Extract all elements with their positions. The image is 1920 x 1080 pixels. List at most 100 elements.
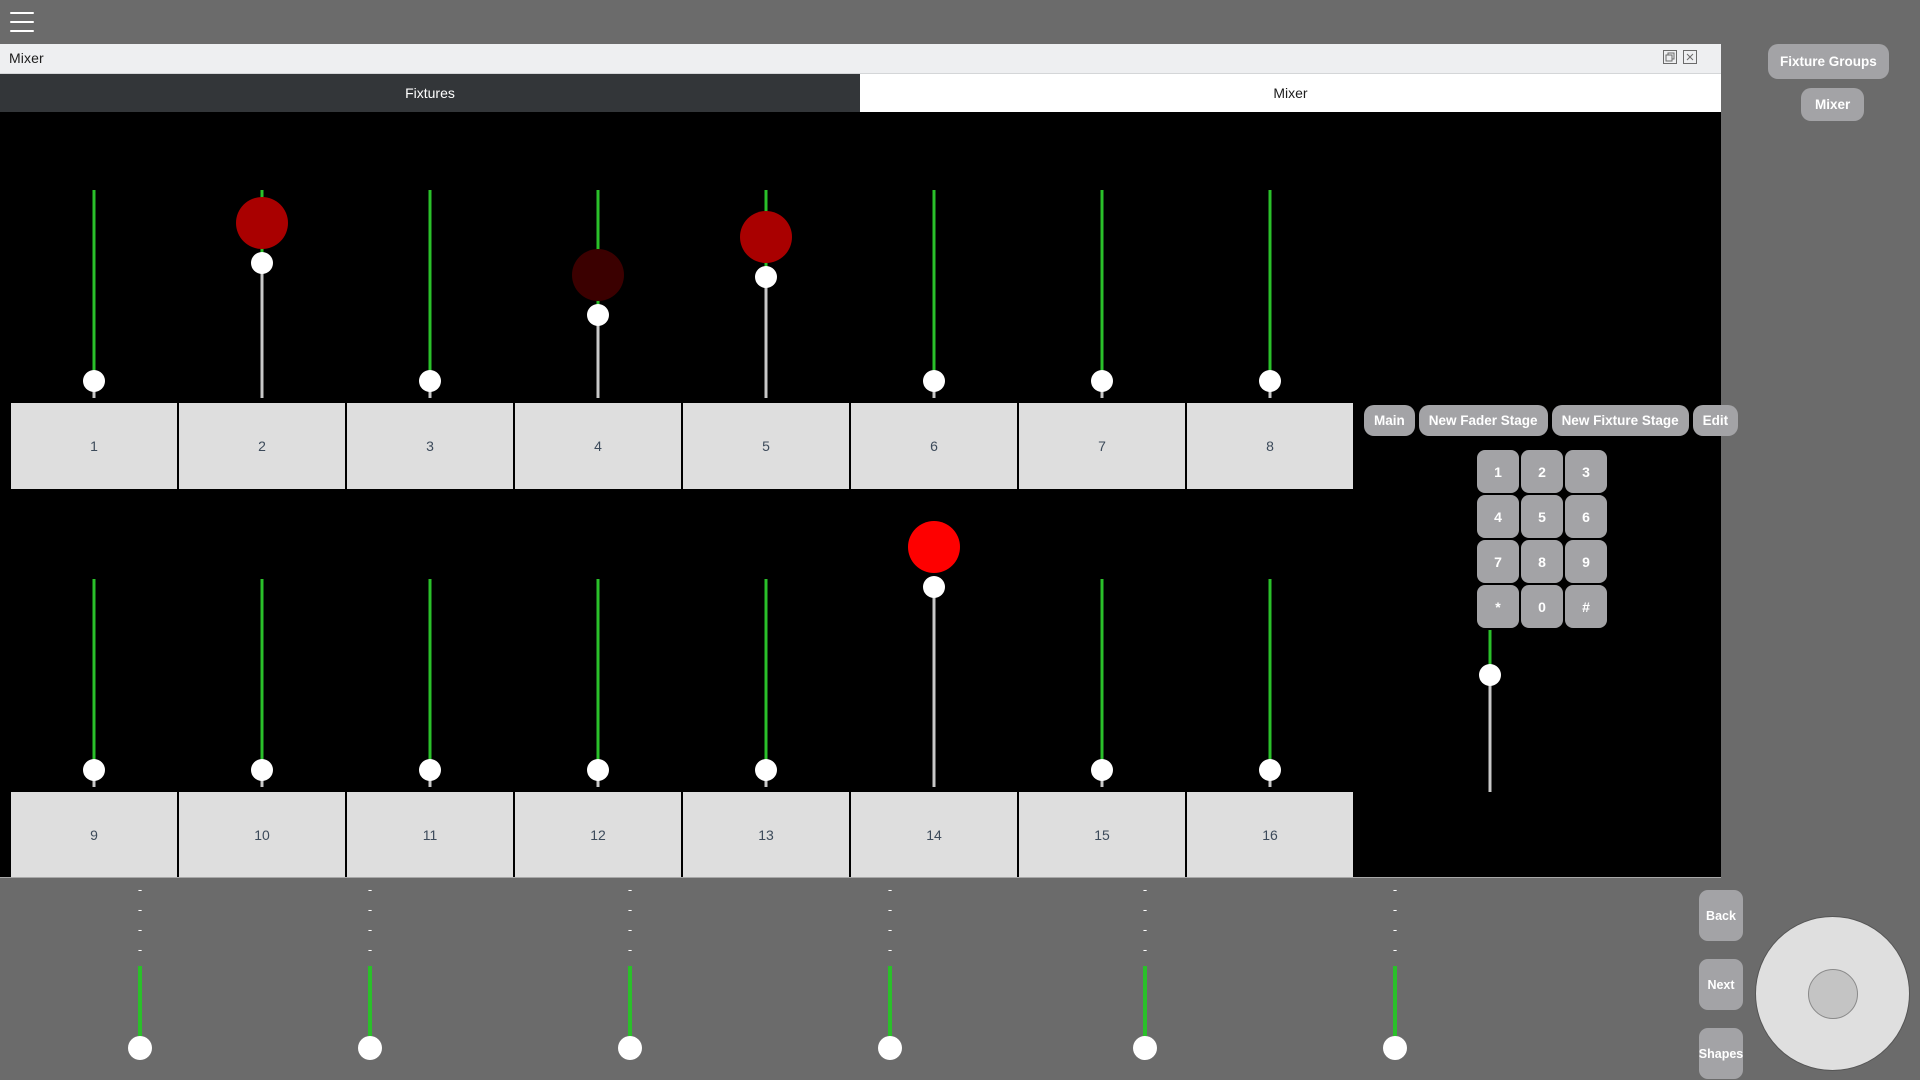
channel-select-button[interactable]: 16 bbox=[1186, 791, 1354, 879]
slider-knob[interactable] bbox=[419, 759, 441, 782]
channel-fader[interactable] bbox=[1018, 529, 1186, 799]
channel-select-button[interactable]: 4 bbox=[514, 402, 682, 490]
channel-select-button[interactable]: 2 bbox=[178, 402, 346, 490]
channel-select-button[interactable]: 14 bbox=[850, 791, 1018, 879]
mixer-button[interactable]: Mixer bbox=[1801, 88, 1865, 121]
channel-slider[interactable] bbox=[79, 529, 109, 799]
keypad-key-4[interactable]: 4 bbox=[1477, 495, 1519, 538]
slider-knob[interactable] bbox=[1091, 370, 1113, 393]
channel-fader[interactable] bbox=[1186, 140, 1354, 410]
slider-knob[interactable] bbox=[83, 759, 105, 782]
channel-slider[interactable] bbox=[1087, 529, 1117, 799]
slider-knob[interactable] bbox=[923, 576, 945, 599]
channel-fader[interactable] bbox=[10, 529, 178, 799]
channel-fader[interactable] bbox=[514, 140, 682, 410]
slider-knob[interactable] bbox=[755, 266, 777, 289]
channel-slider[interactable] bbox=[415, 140, 445, 410]
keypad-key-hash[interactable]: # bbox=[1565, 585, 1607, 628]
channel-slider[interactable] bbox=[247, 140, 277, 410]
channel-fader[interactable] bbox=[346, 529, 514, 799]
tab-mixer[interactable]: Mixer bbox=[860, 74, 1721, 112]
channel-fader[interactable] bbox=[346, 140, 514, 410]
channel-fader[interactable] bbox=[850, 521, 1018, 799]
slider-knob[interactable] bbox=[1259, 370, 1281, 393]
edit-button[interactable]: Edit bbox=[1692, 405, 1739, 436]
slider-knob[interactable] bbox=[251, 251, 273, 274]
jog-wheel-center[interactable] bbox=[1807, 968, 1858, 1019]
bottom-fader-knob[interactable] bbox=[1133, 1036, 1157, 1060]
shapes-button[interactable]: Shapes bbox=[1699, 1028, 1743, 1079]
bottom-fader-knob[interactable] bbox=[878, 1036, 902, 1060]
channel-slider[interactable] bbox=[79, 140, 109, 410]
channel-slider[interactable] bbox=[919, 140, 949, 410]
channel-fader[interactable] bbox=[682, 140, 850, 410]
slider-knob[interactable] bbox=[923, 370, 945, 393]
channel-select-button[interactable]: 6 bbox=[850, 402, 1018, 490]
channel-select-button[interactable]: 1 bbox=[10, 402, 178, 490]
channel-select-button[interactable]: 3 bbox=[346, 402, 514, 490]
slider-knob[interactable] bbox=[1259, 759, 1281, 782]
channel-slider[interactable] bbox=[751, 529, 781, 799]
bottom-fader-slider[interactable] bbox=[1130, 966, 1160, 1078]
channel-select-button[interactable]: 12 bbox=[514, 791, 682, 879]
channel-slider[interactable] bbox=[1087, 140, 1117, 410]
bottom-fader-knob[interactable] bbox=[618, 1036, 642, 1060]
channel-fader[interactable] bbox=[682, 529, 850, 799]
slider-knob[interactable] bbox=[1479, 664, 1501, 687]
bottom-fader-slider[interactable] bbox=[875, 966, 905, 1078]
bottom-fader-slider[interactable] bbox=[1380, 966, 1410, 1078]
bottom-fader-knob[interactable] bbox=[1383, 1036, 1407, 1060]
channel-slider[interactable] bbox=[583, 529, 613, 799]
channel-select-button[interactable]: 13 bbox=[682, 791, 850, 879]
channel-fader[interactable] bbox=[514, 529, 682, 799]
slider-knob[interactable] bbox=[755, 759, 777, 782]
bottom-fader-slider[interactable] bbox=[355, 966, 385, 1078]
slider-knob[interactable] bbox=[419, 370, 441, 393]
channel-select-button[interactable]: 10 bbox=[178, 791, 346, 879]
fixture-groups-button[interactable]: Fixture Groups bbox=[1768, 44, 1889, 79]
keypad-key-5[interactable]: 5 bbox=[1521, 495, 1563, 538]
channel-slider[interactable] bbox=[1255, 529, 1285, 799]
slider-knob[interactable] bbox=[1091, 759, 1113, 782]
keypad-key-7[interactable]: 7 bbox=[1477, 540, 1519, 583]
back-button[interactable]: Back bbox=[1699, 890, 1743, 941]
slider-knob[interactable] bbox=[587, 303, 609, 326]
keypad-key-6[interactable]: 6 bbox=[1565, 495, 1607, 538]
panel-master-slider[interactable] bbox=[1475, 630, 1505, 820]
keypad-key-3[interactable]: 3 bbox=[1565, 450, 1607, 493]
hamburger-menu-icon[interactable] bbox=[10, 12, 34, 32]
bottom-fader-knob[interactable] bbox=[128, 1036, 152, 1060]
next-button[interactable]: Next bbox=[1699, 959, 1743, 1010]
channel-select-button[interactable]: 11 bbox=[346, 791, 514, 879]
channel-slider[interactable] bbox=[247, 529, 277, 799]
new-fader-stage-button[interactable]: New Fader Stage bbox=[1418, 405, 1548, 436]
channel-slider[interactable] bbox=[415, 529, 445, 799]
channel-fader[interactable] bbox=[10, 140, 178, 410]
channel-select-button[interactable]: 9 bbox=[10, 791, 178, 879]
keypad-key-8[interactable]: 8 bbox=[1521, 540, 1563, 583]
channel-select-button[interactable]: 7 bbox=[1018, 402, 1186, 490]
channel-slider[interactable] bbox=[751, 140, 781, 410]
channel-fader[interactable] bbox=[850, 140, 1018, 410]
keypad-key-2[interactable]: 2 bbox=[1521, 450, 1563, 493]
keypad-key-9[interactable]: 9 bbox=[1565, 540, 1607, 583]
keypad-key-1[interactable]: 1 bbox=[1477, 450, 1519, 493]
slider-knob[interactable] bbox=[83, 370, 105, 393]
channel-fader[interactable] bbox=[1018, 140, 1186, 410]
channel-select-button[interactable]: 15 bbox=[1018, 791, 1186, 879]
bottom-fader-slider[interactable] bbox=[615, 966, 645, 1078]
new-fixture-stage-button[interactable]: New Fixture Stage bbox=[1551, 405, 1689, 436]
slider-knob[interactable] bbox=[587, 759, 609, 782]
tab-fixtures[interactable]: Fixtures bbox=[0, 74, 860, 112]
keypad-key-star[interactable]: * bbox=[1477, 585, 1519, 628]
close-icon[interactable] bbox=[1683, 50, 1697, 64]
channel-fader[interactable] bbox=[1186, 529, 1354, 799]
restore-icon[interactable] bbox=[1663, 50, 1677, 64]
slider-knob[interactable] bbox=[251, 759, 273, 782]
bottom-fader-knob[interactable] bbox=[358, 1036, 382, 1060]
bottom-fader-slider[interactable] bbox=[125, 966, 155, 1078]
jog-wheel[interactable] bbox=[1755, 916, 1910, 1071]
keypad-key-0[interactable]: 0 bbox=[1521, 585, 1563, 628]
channel-fader[interactable] bbox=[178, 140, 346, 410]
channel-select-button[interactable]: 5 bbox=[682, 402, 850, 490]
